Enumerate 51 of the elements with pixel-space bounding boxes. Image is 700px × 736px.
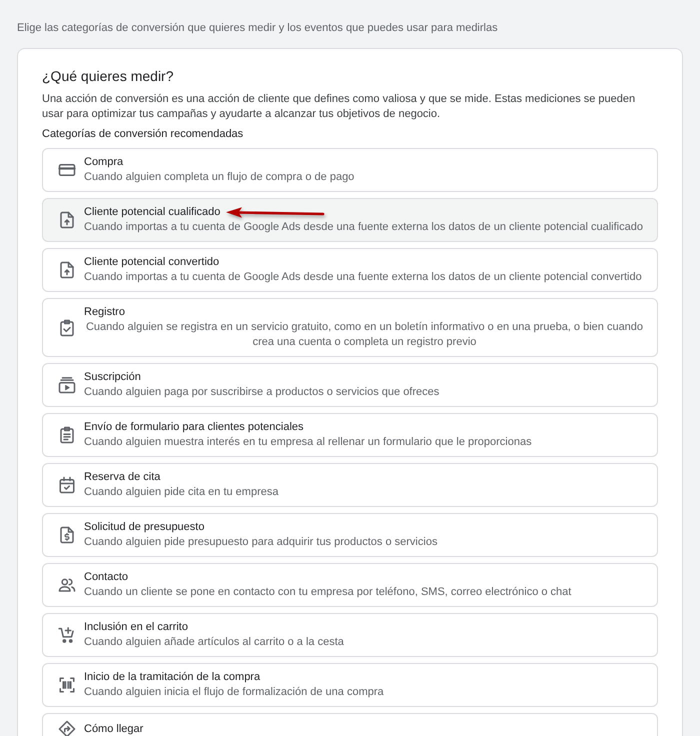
option-title: Cliente potencial cualificado [84,205,220,220]
category-option[interactable]: Contacto Cuando un cliente se pone en contacto con tu empresa por teléfono, SMS, correo electrónico o chat [42,563,658,607]
category-option[interactable]: Reserva de cita Cuando alguien pide cita en tu empresa [42,463,658,507]
option-description: Cuando alguien añade artículos al carrito o a la cesta [84,635,344,650]
option-title: Registro [84,305,125,320]
people-icon [58,576,76,594]
option-title: Suscripción [84,370,141,385]
category-option[interactable]: Cliente potencial convertido Cuando importas a tu cuenta de Google Ads desde una fuente externa los datos de un cliente potencial convertido [42,248,658,292]
option-title: Cliente potencial convertido [84,255,220,270]
section-label: Categorías de conversión recomendadas [42,127,244,141]
category-option[interactable]: Inicio de la tramitación de la compra Cuando alguien inicia el flujo de formalización de una compra [42,663,658,707]
option-description: Cuando importas a tu cuenta de Google Ads desde una fuente externa los datos de un cliente potencial convertido [84,270,642,285]
option-title: Contacto [84,570,128,585]
category-option[interactable]: Registro Cuando alguien se registra en un servicio gratuito, como en un boletín informativo o en una prueba, o bien cuando crea una cuenta o completa un registro previo [42,298,658,357]
option-description: Cuando alguien muestra interés en tu empresa al rellenar un formulario que le proporcionas [84,435,532,450]
category-option[interactable]: Cómo llegar [42,713,658,736]
option-description: Cuando un cliente se pone en contacto con tu empresa por teléfono, SMS, correo electrónico o chat [84,585,572,600]
option-title: Cómo llegar [84,722,144,736]
credit-card-icon [58,161,76,179]
category-option[interactable]: Envío de formulario para clientes potenciales Cuando alguien muestra interés en tu empresa al rellenar un formulario que le proporcionas [42,413,658,457]
category-option[interactable]: Solicitud de presupuesto Cuando alguien pide presupuesto para adquirir tus productos o servicios [42,513,658,557]
option-description: Cuando alguien pide cita en tu empresa [84,485,278,500]
option-description: Cuando alguien inicia el flujo de formalización de una compra [84,685,384,700]
calendar-check-icon [58,476,76,494]
diamond-arrow-icon [58,720,76,736]
option-title: Compra [84,155,124,170]
option-description: Cuando alguien pide presupuesto para adquirir tus productos o servicios [84,535,438,550]
option-description: Cuando importas a tu cuenta de Google Ads desde una fuente externa los datos de un cliente potencial cualificado [84,220,643,235]
card-description: Una acción de conversión es una acción de cliente que defines como valiosa y que se mide. Estas mediciones se pueden usar para optimizar tus campañas y ayudarte a alcanzar tus objetivos de negocio. [42,92,636,122]
intro-text: Elige las categorías de conversión que quieres medir y los eventos que puedes usar para medirlas [17,21,499,36]
file-upload-icon [58,261,76,279]
option-description: Cuando alguien paga por suscribirse a productos o servicios que ofreces [84,385,440,400]
file-upload-icon [58,211,76,229]
category-option[interactable]: Inclusión en el carrito Cuando alguien añade artículos al carrito o a la cesta [42,613,658,657]
category-option[interactable]: Compra Cuando alguien completa un flujo de compra o de pago [42,148,658,192]
option-title: Inclusión en el carrito [84,620,188,635]
option-title: Inicio de la tramitación de la compra [84,670,260,685]
clipboard-check-icon [58,318,76,336]
barcode-icon [58,676,76,694]
subscriptions-icon [58,376,76,394]
option-description: Cuando alguien se registra en un servicio gratuito, como en un boletín informativo o en una prueba, o bien cuando crea una cuenta o completa un registro previo [84,320,644,350]
category-option[interactable]: Suscripción Cuando alguien paga por suscribirse a productos o servicios que ofreces [42,363,658,407]
option-title: Reserva de cita [84,470,160,485]
option-title: Envío de formulario para clientes potenciales [84,420,304,435]
card-title: ¿Qué quieres medir? [42,67,175,86]
add-cart-icon [58,626,76,644]
category-option[interactable]: Cliente potencial cualificado Cuando importas a tu cuenta de Google Ads desde una fuente externa los datos de un cliente potencial cualificado [42,198,658,242]
option-description: Cuando alguien completa un flujo de compra o de pago [84,170,354,185]
dollar-document-icon [58,526,76,544]
clipboard-list-icon [58,426,76,444]
option-title: Solicitud de presupuesto [84,520,204,535]
